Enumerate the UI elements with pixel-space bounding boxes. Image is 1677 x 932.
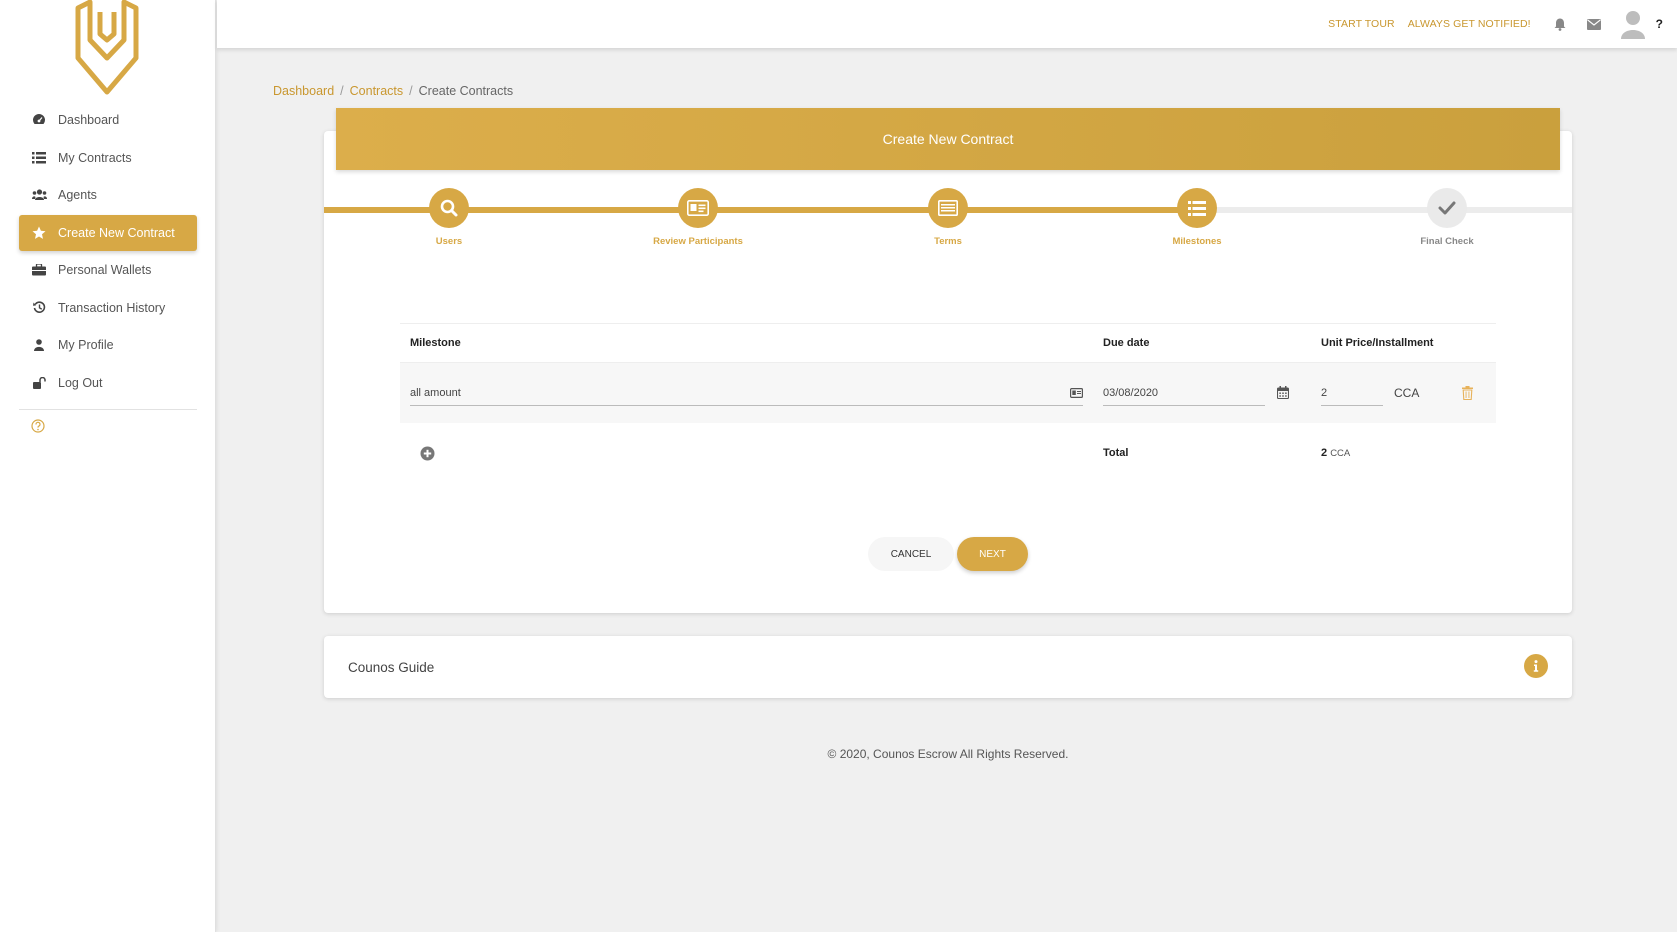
sidebar-item-create-new-contract[interactable]: Create New Contract <box>19 214 197 251</box>
table-footer: Total 2 CCA <box>400 423 1496 483</box>
breadcrumb-separator: / <box>340 84 344 98</box>
milestone-table: Milestone Due date Unit Price/Installmen… <box>400 323 1496 483</box>
top-actions: START TOUR ALWAYS GET NOTIFIED! ? <box>1328 0 1677 48</box>
star-icon <box>31 225 47 241</box>
bell-icon[interactable] <box>1552 16 1568 32</box>
sidebar-item-dashboard[interactable]: Dashboard <box>19 102 197 138</box>
sidebar-item-label: Create New Contract <box>58 225 175 240</box>
total-currency: CCA <box>1330 448 1351 459</box>
always-notified-link[interactable]: ALWAYS GET NOTIFIED! <box>1408 18 1531 30</box>
id-card-icon <box>678 188 718 228</box>
sidebar-divider <box>19 409 197 410</box>
breadcrumb: Dashboard / Contracts / Create Contracts <box>273 84 513 98</box>
dashboard-icon <box>31 112 47 128</box>
list-icon <box>31 150 47 166</box>
check-icon <box>1427 188 1467 228</box>
step-final-check[interactable]: Final Check <box>1367 188 1527 247</box>
next-button[interactable]: NEXT <box>957 537 1028 571</box>
sidebar-item-agents[interactable]: Agents <box>19 177 197 213</box>
history-icon <box>31 300 47 316</box>
counos-logo[interactable] <box>72 0 142 95</box>
step-milestones[interactable]: Milestones <box>1117 188 1277 247</box>
sidebar-item-label: Agents <box>58 188 97 202</box>
sidebar-item-my-contracts[interactable]: My Contracts <box>19 140 197 176</box>
sidebar-item-label: Transaction History <box>58 300 166 315</box>
add-milestone-icon[interactable] <box>420 446 435 461</box>
sidebar-item-log-out[interactable]: Log Out <box>19 365 197 401</box>
total-amount: 2 <box>1321 447 1328 459</box>
info-icon[interactable] <box>1524 654 1548 678</box>
sidebar-item-label: Personal Wallets <box>58 263 152 277</box>
column-header-due-date: Due date <box>1103 337 1150 349</box>
search-icon <box>429 188 469 228</box>
top-bar: START TOUR ALWAYS GET NOTIFIED! ? <box>217 0 1677 48</box>
user-icon <box>31 337 47 353</box>
step-label: Review Participants <box>653 236 743 247</box>
sidebar-item-my-profile[interactable]: My Profile <box>19 327 197 363</box>
step-terms[interactable]: Terms <box>868 188 1028 247</box>
due-date-input[interactable]: 03/08/2020 <box>1103 380 1265 406</box>
milestone-value: all amount <box>410 386 461 399</box>
breadcrumb-contracts[interactable]: Contracts <box>350 84 404 98</box>
step-label: Users <box>435 236 463 247</box>
sidebar-nav: Dashboard My Contracts Agents Create New… <box>19 102 197 402</box>
total-value: 2 CCA <box>1321 447 1350 459</box>
briefcase-icon <box>31 262 47 278</box>
step-label: Terms <box>934 236 962 247</box>
milestone-input[interactable]: all amount <box>410 380 1083 406</box>
help-circle-icon[interactable] <box>31 419 45 433</box>
currency-label: CCA <box>1394 386 1420 400</box>
sidebar-item-personal-wallets[interactable]: Personal Wallets <box>19 252 197 288</box>
document-list-icon <box>928 188 968 228</box>
column-header-unit-price: Unit Price/Installment <box>1321 337 1434 349</box>
list-icon <box>1177 188 1217 228</box>
breadcrumb-current: Create Contracts <box>418 84 514 98</box>
unit-price-value: 2 <box>1321 386 1328 399</box>
column-header-milestone: Milestone <box>410 337 461 349</box>
step-users[interactable]: Users <box>369 188 529 247</box>
sidebar-item-transaction-history[interactable]: Transaction History <box>19 290 197 326</box>
users-icon <box>31 187 47 203</box>
start-tour-link[interactable]: START TOUR <box>1328 18 1395 30</box>
breadcrumb-separator: / <box>409 84 413 98</box>
guide-title: Counos Guide <box>348 659 435 675</box>
help-button[interactable]: ? <box>1656 17 1663 31</box>
card-title: Create New Contract <box>336 108 1560 170</box>
unit-price-input[interactable]: 2 <box>1321 380 1383 406</box>
calendar-icon[interactable] <box>1277 386 1289 399</box>
sidebar-item-label: Dashboard <box>58 113 120 127</box>
sidebar-item-label: Log Out <box>58 375 103 390</box>
sidebar-item-label: My Contracts <box>58 150 132 165</box>
table-row: all amount 03/08/2020 2 CCA <box>400 363 1496 423</box>
sidebar-item-label: My Profile <box>58 338 114 352</box>
id-card-icon <box>1070 387 1083 398</box>
step-label: Milestones <box>1172 236 1222 247</box>
sidebar: Dashboard My Contracts Agents Create New… <box>0 0 216 932</box>
step-label: Final Check <box>1420 236 1474 247</box>
breadcrumb-dashboard[interactable]: Dashboard <box>273 84 334 98</box>
page-footer: © 2020, Counos Escrow All Rights Reserve… <box>827 747 1069 761</box>
due-date-value: 03/08/2020 <box>1103 386 1159 399</box>
cancel-button[interactable]: CANCEL <box>868 537 954 571</box>
mail-icon[interactable] <box>1586 16 1602 32</box>
unlock-icon <box>31 375 47 391</box>
total-label: Total <box>1103 447 1129 459</box>
table-header: Milestone Due date Unit Price/Installmen… <box>400 323 1496 363</box>
avatar-icon[interactable] <box>1620 9 1646 39</box>
trash-icon[interactable] <box>1462 386 1473 400</box>
step-review-participants[interactable]: Review Participants <box>618 188 778 247</box>
counos-guide-card[interactable]: Counos Guide <box>324 636 1572 698</box>
